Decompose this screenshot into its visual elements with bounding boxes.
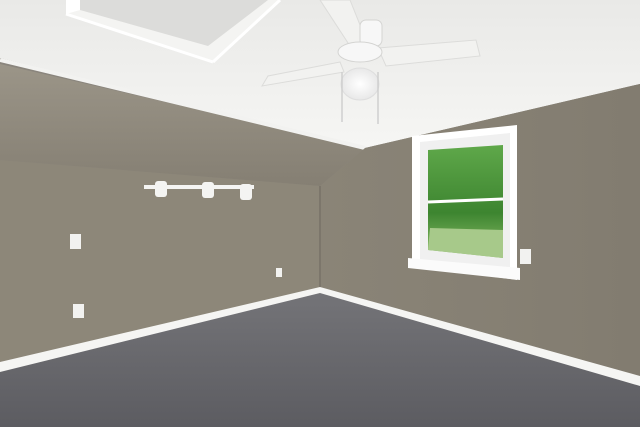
fan-light-globe bbox=[340, 67, 380, 101]
room-photo bbox=[0, 0, 640, 427]
outlet bbox=[276, 268, 282, 277]
window bbox=[408, 125, 520, 280]
room-illustration bbox=[0, 0, 640, 427]
light-switch bbox=[520, 249, 531, 264]
light-switch bbox=[70, 234, 81, 249]
outlet bbox=[73, 304, 84, 318]
